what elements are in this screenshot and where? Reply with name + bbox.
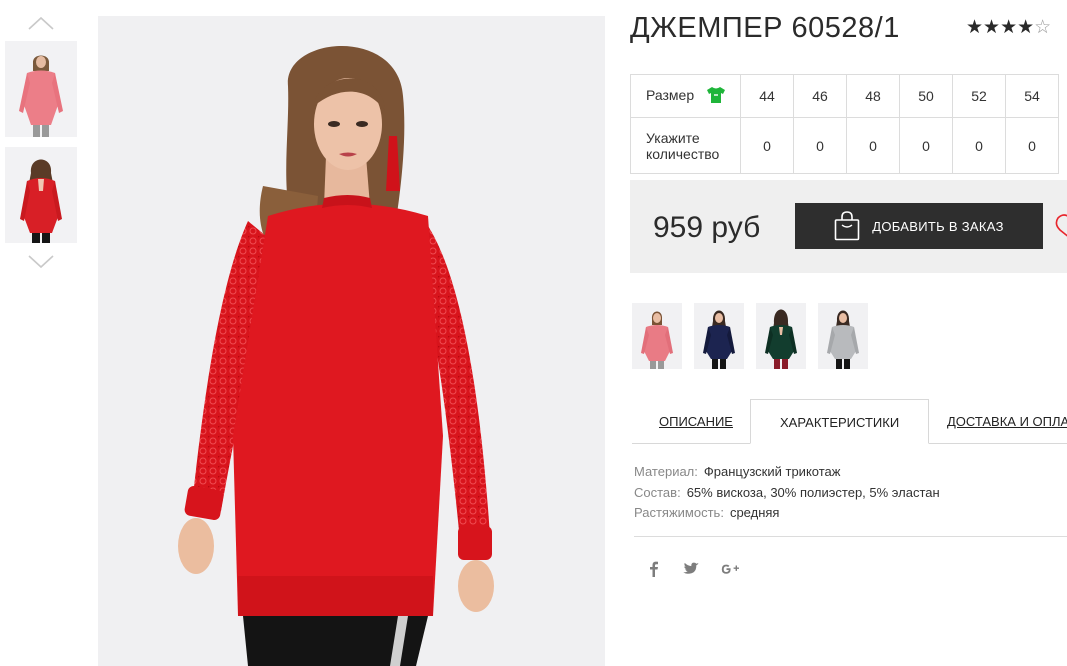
- social-share: [646, 560, 760, 578]
- gallery-thumbnail[interactable]: [5, 41, 77, 137]
- tshirt-icon[interactable]: [706, 86, 726, 107]
- rating-star-empty-icon: ☆: [1034, 17, 1052, 38]
- specs-list: Материал: Французский трикотаж Состав: 65%…: [634, 462, 940, 524]
- product-rating[interactable]: ★★★★☆: [966, 16, 1051, 39]
- quantity-input[interactable]: 0: [952, 117, 1006, 174]
- main-product-image[interactable]: [98, 16, 605, 666]
- product-tabs: ОПИСАНИЕ ХАРАКТЕРИСТИКИ ДОСТАВКА И ОПЛАТ…: [632, 399, 1067, 444]
- size-quantity-table: Размер 44 46 48 50 52 54 Укажите количес…: [630, 74, 1059, 174]
- color-variant-thumbnail[interactable]: [756, 303, 806, 369]
- gallery-up-arrow-icon[interactable]: [28, 16, 54, 30]
- tab-description[interactable]: ОПИСАНИЕ: [659, 399, 733, 444]
- size-label-cell: Размер: [630, 74, 741, 118]
- quantity-input[interactable]: 0: [793, 117, 847, 174]
- spec-row: Материал: Французский трикотаж: [634, 462, 940, 483]
- quantity-input[interactable]: 0: [899, 117, 953, 174]
- spec-row: Состав: 65% вискоза, 30% полиэстер, 5% эл…: [634, 483, 940, 504]
- add-to-order-label: ДОБАВИТЬ В ЗАКАЗ: [872, 218, 1004, 234]
- spec-key: Растяжимость:: [634, 505, 724, 520]
- size-cell: 50: [899, 74, 953, 118]
- size-cell: 46: [793, 74, 847, 118]
- spec-value: 65% вискоза, 30% полиэстер, 5% эластан: [686, 484, 940, 500]
- color-variant-thumbnail[interactable]: [694, 303, 744, 369]
- color-variant-thumbnail[interactable]: [632, 303, 682, 369]
- quantity-input[interactable]: 0: [1005, 117, 1059, 174]
- size-cell: 54: [1005, 74, 1059, 118]
- tab-delivery-payment[interactable]: ДОСТАВКА И ОПЛАТА: [947, 399, 1067, 444]
- spec-value: средняя: [729, 505, 780, 520]
- quantity-label: Укажите количество: [630, 117, 741, 174]
- facebook-icon[interactable]: [646, 560, 662, 578]
- size-row: Размер 44 46 48 50 52 54: [630, 74, 1059, 118]
- spec-key: Состав:: [634, 484, 681, 500]
- quantity-row: Укажите количество 0 0 0 0 0 0: [630, 117, 1059, 174]
- shopping-bag-icon: [834, 211, 860, 241]
- size-label: Размер: [646, 86, 695, 103]
- size-cell: 48: [846, 74, 900, 118]
- size-cell: 52: [952, 74, 1006, 118]
- add-to-order-button[interactable]: ДОБАВИТЬ В ЗАКАЗ: [795, 203, 1043, 249]
- product-title: ДЖЕМПЕР 60528/1: [630, 12, 900, 44]
- favorite-heart-icon[interactable]: [1054, 212, 1067, 243]
- price-box: 959 руб ДОБАВИТЬ В ЗАКАЗ: [630, 180, 1067, 273]
- product-price: 959 руб: [653, 211, 761, 244]
- quantity-input[interactable]: 0: [846, 117, 900, 174]
- gallery-down-arrow-icon[interactable]: [28, 255, 54, 269]
- spec-value: Французский трикотаж: [703, 464, 841, 479]
- twitter-icon[interactable]: [682, 560, 700, 578]
- size-cell: 44: [740, 74, 794, 118]
- spec-key: Материал:: [634, 464, 698, 479]
- quantity-input[interactable]: 0: [740, 117, 794, 174]
- tab-characteristics[interactable]: ХАРАКТЕРИСТИКИ: [750, 399, 930, 444]
- divider: [634, 536, 1067, 537]
- color-variant-thumbnail[interactable]: [818, 303, 868, 369]
- rating-stars-filled-icon: ★★★★: [966, 17, 1035, 38]
- gallery-thumbnail-active[interactable]: [5, 147, 77, 243]
- spec-row: Растяжимость: средняя: [634, 503, 940, 524]
- thumbnail-gallery: [0, 0, 82, 666]
- google-plus-icon[interactable]: [720, 560, 740, 578]
